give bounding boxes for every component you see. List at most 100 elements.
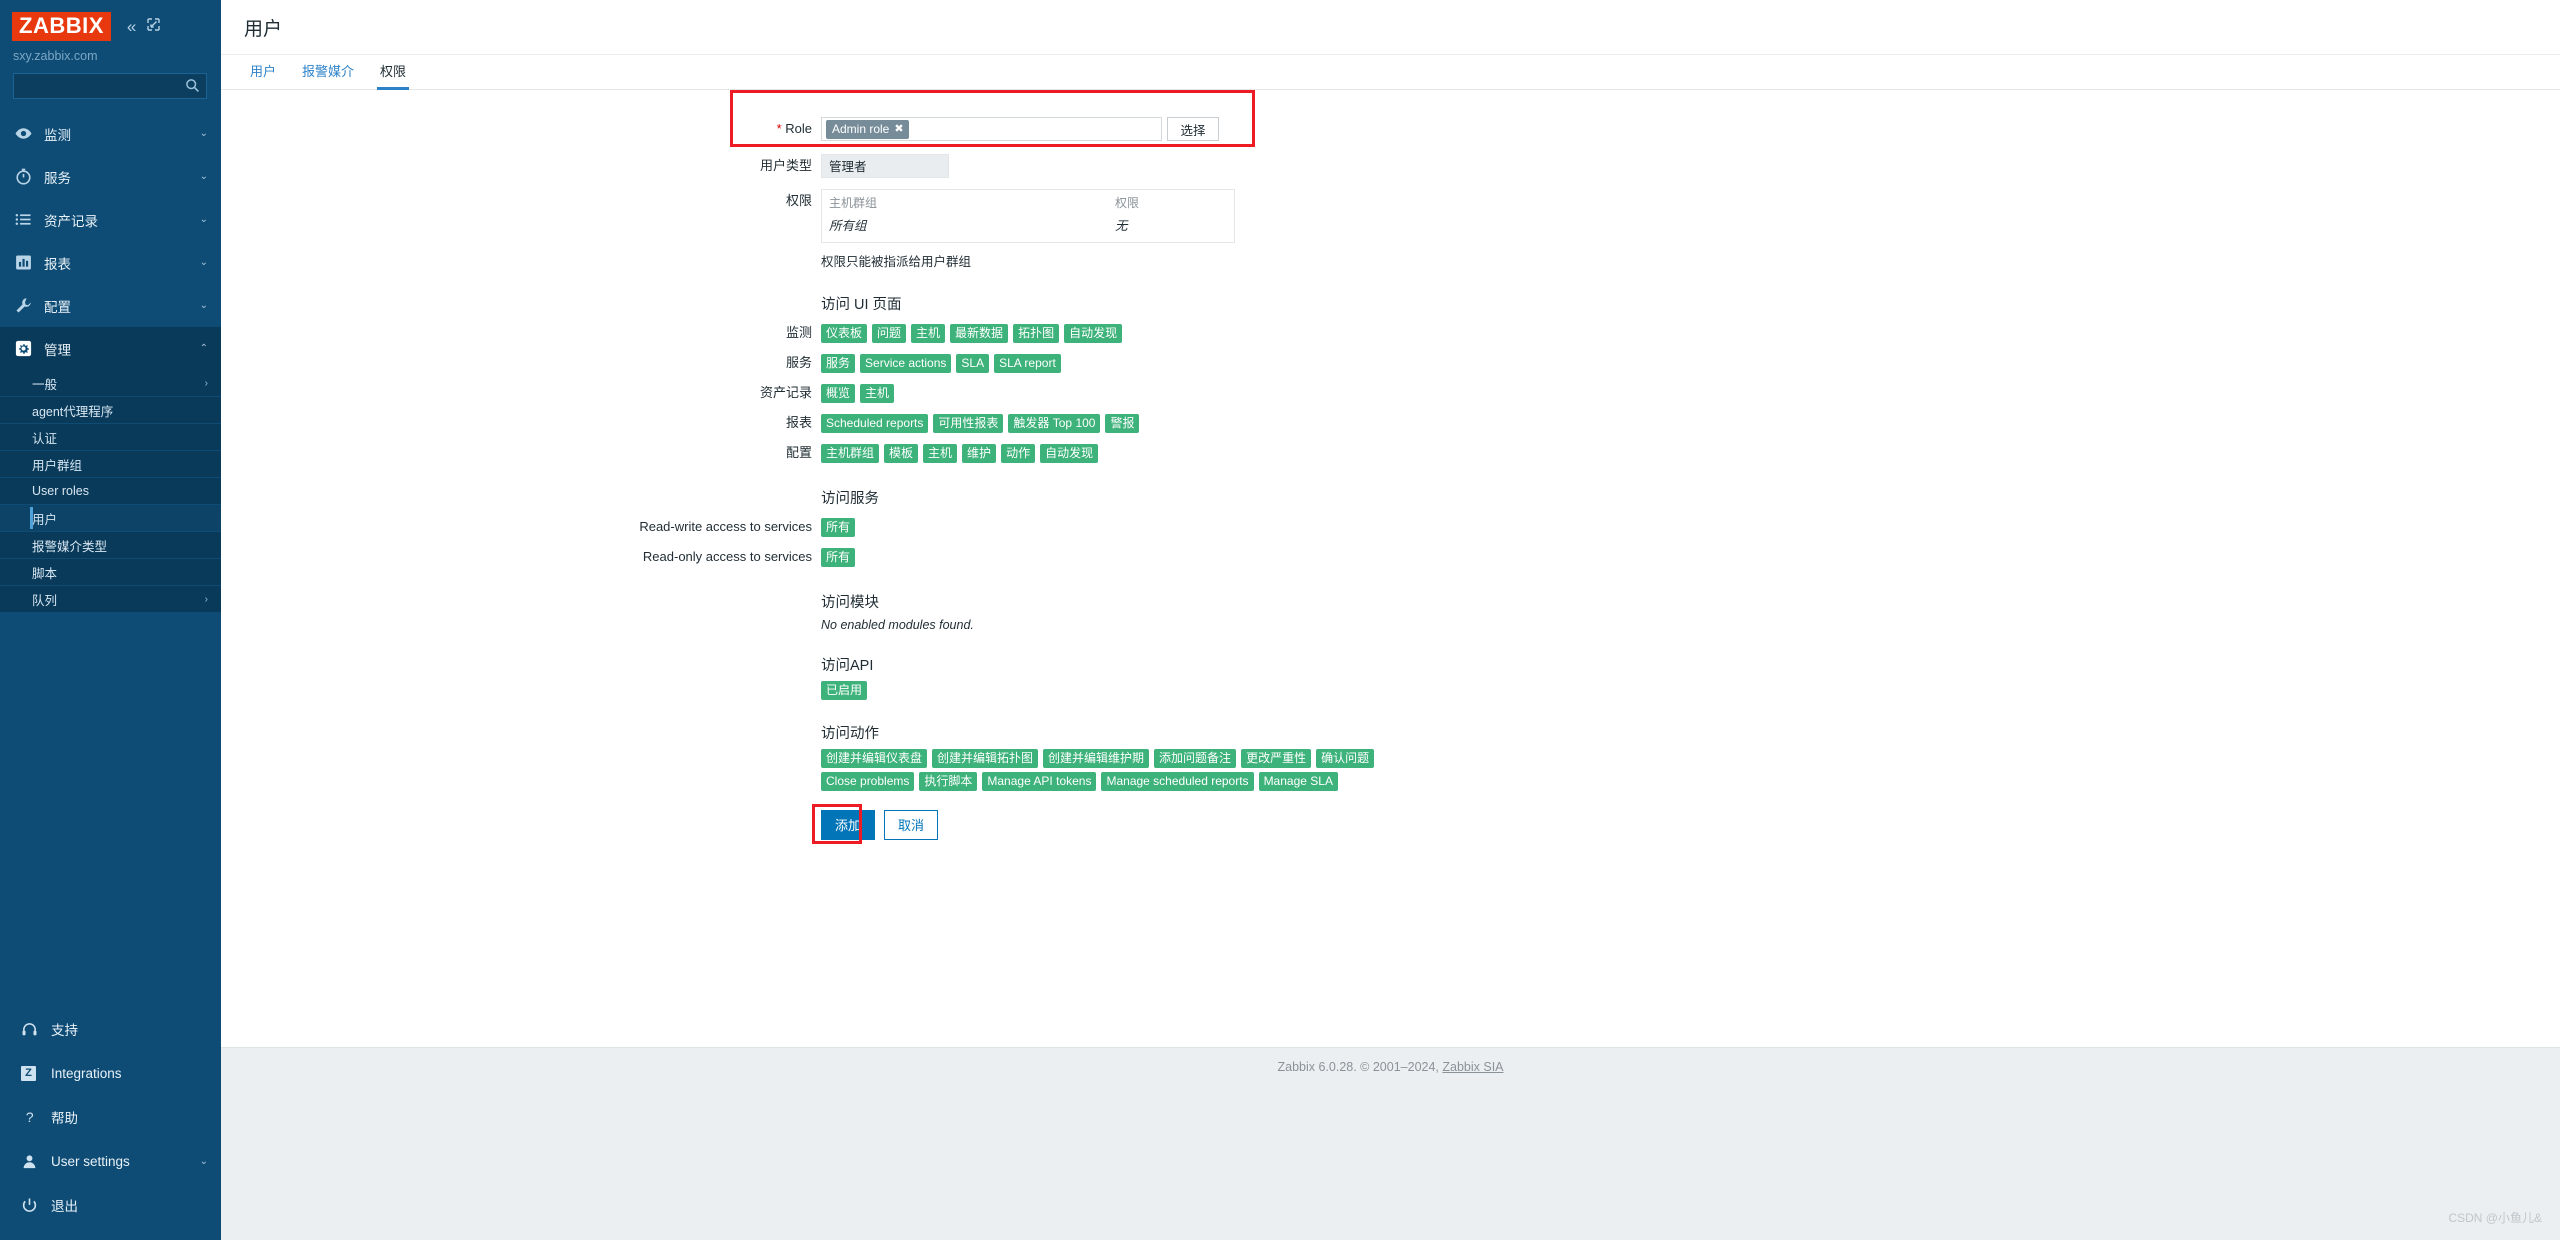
sidebar-item-label: 管理 xyxy=(44,342,71,358)
sidebar-item-label: User settings xyxy=(51,1153,130,1169)
sidebar-subitem-label: 用户 xyxy=(32,512,58,527)
row-ui-services: 服务 服务 Service actions SLA SLA report xyxy=(221,354,2560,373)
hint-spacer xyxy=(221,253,821,271)
sidebar-item-label: 资产记录 xyxy=(44,213,98,229)
sidebar-item-monitoring[interactable]: 监测 ⌄ xyxy=(0,112,221,155)
required-marker: * xyxy=(776,121,782,136)
sidebar-subitem-general[interactable]: 一般 › xyxy=(0,370,221,397)
tab-media[interactable]: 报警媒介 xyxy=(289,61,367,89)
ui-tag: 主机 xyxy=(860,384,895,403)
ui-tag: 服务 xyxy=(821,354,856,373)
footer-copyright-text: Zabbix 6.0.28. © 2001–2024, xyxy=(1277,1060,1443,1074)
search-icon[interactable] xyxy=(185,78,200,95)
table-row: 所有组 无 xyxy=(822,215,1234,242)
sidebar-item-user-settings[interactable]: User settings ⌄ xyxy=(0,1139,221,1183)
permissions-form: * Role Admin role ✖ 选择 用户类型 管理者 权限 主机群组 … xyxy=(221,90,2560,844)
tab-permissions[interactable]: 权限 xyxy=(367,61,419,90)
api-status-tag: 已启用 xyxy=(821,681,868,700)
sidebar-item-help[interactable]: ? 帮助 xyxy=(0,1095,221,1139)
ui-tag: 警报 xyxy=(1105,414,1140,433)
close-icon[interactable]: ✖ xyxy=(894,121,903,137)
sidebar-item-inventory[interactable]: 资产记录 ⌄ xyxy=(0,198,221,241)
sidebar-subitem-queue[interactable]: 队列 › xyxy=(0,586,221,613)
row-ui-access-title: 访问 UI 页面 xyxy=(221,293,2560,314)
ui-group-label: 报表 xyxy=(785,415,812,430)
read-only-label: Read-only access to services xyxy=(642,549,812,564)
sidebar-item-reports[interactable]: 报表 ⌄ xyxy=(0,241,221,284)
role-chip-label: Admin role xyxy=(832,121,890,136)
chevron-down-icon: ⌄ xyxy=(199,257,208,268)
action-tag: 创建并编辑拓扑图 xyxy=(932,749,1039,768)
sidebar-subitem-label: 队列 xyxy=(32,593,58,608)
sidebar-item-administration[interactable]: 管理 ⌃ xyxy=(0,327,221,370)
sidebar-subitem-label: 一般 xyxy=(32,377,58,392)
ui-tag: 仪表板 xyxy=(821,324,868,343)
headset-icon xyxy=(21,1021,46,1038)
sidebar-logo-row: ZABBIX « xyxy=(0,0,221,42)
ui-group-tags: 服务 Service actions SLA SLA report xyxy=(821,354,1061,373)
search-input[interactable] xyxy=(22,79,185,93)
sidebar-subitem-user-groups[interactable]: 用户群组 xyxy=(0,451,221,478)
ui-group-tags: 概览 主机 xyxy=(821,384,895,403)
api-access-title: 访问API xyxy=(821,658,874,674)
tab-user[interactable]: 用户 xyxy=(237,61,289,89)
sidebar-item-configuration[interactable]: 配置 ⌄ xyxy=(0,284,221,327)
role-label: Role xyxy=(785,121,812,136)
sidebar-item-label: 支持 xyxy=(51,1023,78,1038)
page-header: 用户 xyxy=(221,0,2560,55)
sidebar-subitem-label: 报警媒介类型 xyxy=(32,539,108,554)
sidebar-subitem-proxies[interactable]: agent代理程序 xyxy=(0,397,221,424)
sidebar-subitem-authentication[interactable]: 认证 xyxy=(0,424,221,451)
sidebar-item-signout[interactable]: 退出 xyxy=(0,1183,221,1227)
sidebar-item-integrations[interactable]: Z Integrations xyxy=(0,1051,221,1095)
row-user-type: 用户类型 管理者 xyxy=(221,150,2560,181)
ui-tag: 主机 xyxy=(911,324,946,343)
action-tag: 创建并编辑仪表盘 xyxy=(821,749,928,768)
row-ui-inventory: 资产记录 概览 主机 xyxy=(221,384,2560,403)
sidebar-search-wrap xyxy=(0,63,221,99)
ui-tag: 自动发现 xyxy=(1040,444,1099,463)
sidebar: ZABBIX « sxy.zabbix.com 监测 ⌄ 服务 ⌄ 资产记录 ⌄… xyxy=(0,0,221,1240)
permissions-table: 主机群组 权限 所有组 无 xyxy=(821,189,1235,243)
ui-tag: 可用性报表 xyxy=(933,414,1004,433)
role-multiselect[interactable]: Admin role ✖ xyxy=(821,117,1162,141)
chevron-down-icon: ⌄ xyxy=(199,128,208,139)
row-form-buttons: 添加 取消 xyxy=(221,804,2560,844)
sidebar-subitem-users[interactable]: 用户 xyxy=(0,505,221,532)
search-box[interactable] xyxy=(13,73,207,99)
sidebar-item-support[interactable]: 支持 xyxy=(0,1007,221,1051)
row-action-access-title: 访问动作 xyxy=(221,722,2560,743)
power-icon xyxy=(21,1197,46,1214)
expand-icon[interactable] xyxy=(147,17,161,36)
add-button[interactable]: 添加 xyxy=(821,810,876,840)
server-name: sxy.zabbix.com xyxy=(13,49,98,63)
zabbix-sia-link[interactable]: Zabbix SIA xyxy=(1442,1060,1503,1074)
select-role-button[interactable]: 选择 xyxy=(1167,117,1219,141)
permission-hint: 权限只能被指派给用户群组 xyxy=(821,255,972,269)
ui-tag: 概览 xyxy=(821,384,856,403)
sidebar-subitem-scripts[interactable]: 脚本 xyxy=(0,559,221,586)
action-tag: 更改严重性 xyxy=(1241,749,1312,768)
ui-tag: 自动发现 xyxy=(1064,324,1123,343)
sidebar-subitem-user-roles[interactable]: User roles xyxy=(0,478,221,505)
ui-group-label: 资产记录 xyxy=(759,385,812,400)
role-label-wrap: * Role xyxy=(221,117,821,141)
watermark: CSDN @小鱼儿& xyxy=(2448,1211,2542,1225)
button-group: 添加 取消 xyxy=(812,804,939,844)
sidebar-subitem-media-types[interactable]: 报警媒介类型 xyxy=(0,532,221,559)
tab-bar: 用户 报警媒介 权限 xyxy=(221,55,2560,90)
cancel-button[interactable]: 取消 xyxy=(884,810,939,840)
user-type-field: 管理者 xyxy=(821,153,949,178)
sidebar-item-label: 服务 xyxy=(44,170,71,186)
action-tag: Manage scheduled reports xyxy=(1101,772,1254,791)
ui-group-label: 服务 xyxy=(785,355,812,370)
role-chip[interactable]: Admin role ✖ xyxy=(826,119,909,139)
chevron-double-left-icon[interactable]: « xyxy=(127,18,136,35)
chevron-down-icon: ⌄ xyxy=(199,1155,208,1167)
sidebar-item-label: Integrations xyxy=(51,1065,122,1081)
ui-tag: 拓扑图 xyxy=(1013,324,1060,343)
page-title: 用户 xyxy=(244,18,283,40)
action-tags: 创建并编辑仪表盘 创建并编辑拓扑图 创建并编辑维护期 添加问题备注 更改严重性 … xyxy=(821,749,1381,791)
sidebar-item-services[interactable]: 服务 ⌄ xyxy=(0,155,221,198)
permissions-label: 权限 xyxy=(785,193,812,208)
